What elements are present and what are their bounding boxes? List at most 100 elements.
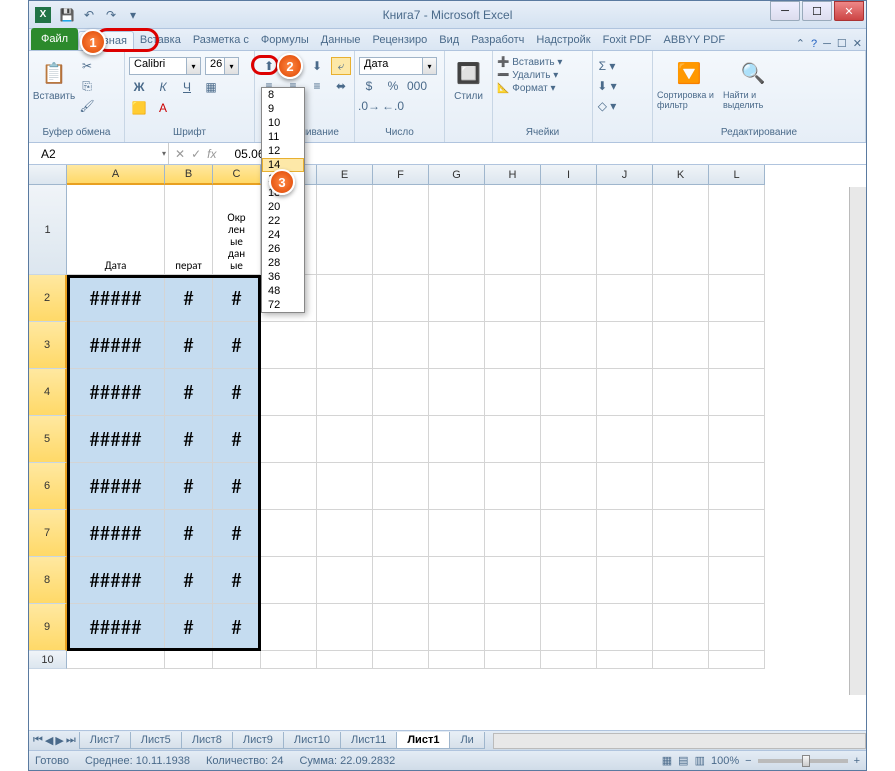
sheet-tab-Ли[interactable]: Ли: [449, 732, 484, 749]
cell-J5[interactable]: [597, 416, 653, 463]
qat-more[interactable]: ▾: [123, 5, 143, 25]
cell-J1[interactable]: [597, 185, 653, 275]
format-cells[interactable]: 📐 Формат ▾: [497, 83, 556, 94]
font-size-dropdown[interactable]: 891011121416182022242628364872: [261, 87, 305, 313]
sort-filter-button[interactable]: 🔽Сортировка и фильтр: [657, 53, 721, 111]
cell-J8[interactable]: [597, 557, 653, 604]
percent[interactable]: %: [383, 77, 403, 95]
size-option-28[interactable]: 28: [262, 256, 304, 270]
cell-C4[interactable]: #: [213, 369, 261, 416]
cell-L2[interactable]: [709, 275, 765, 322]
cell-J10[interactable]: [597, 651, 653, 669]
cell-B6[interactable]: #: [165, 463, 213, 510]
cell-C10[interactable]: [213, 651, 261, 669]
cell-H10[interactable]: [485, 651, 541, 669]
size-option-20[interactable]: 20: [262, 200, 304, 214]
col-header-A[interactable]: A: [67, 165, 165, 185]
cell-E2[interactable]: [317, 275, 373, 322]
row-header-9[interactable]: 9: [29, 604, 67, 651]
cell-K9[interactable]: [653, 604, 709, 651]
cell-A4[interactable]: #####: [67, 369, 165, 416]
font-name-select[interactable]: Calibri▾: [129, 57, 201, 75]
cell-H7[interactable]: [485, 510, 541, 557]
col-header-F[interactable]: F: [373, 165, 429, 185]
cell-C9[interactable]: #: [213, 604, 261, 651]
doc-close[interactable]: ✕: [853, 37, 862, 50]
cell-C2[interactable]: #: [213, 275, 261, 322]
inc-decimal[interactable]: .0→: [359, 97, 379, 115]
cell-D8[interactable]: [261, 557, 317, 604]
cell-C7[interactable]: #: [213, 510, 261, 557]
cell-E4[interactable]: [317, 369, 373, 416]
cell-L8[interactable]: [709, 557, 765, 604]
font-size-select[interactable]: 26▾: [205, 57, 239, 75]
align-right[interactable]: ≡: [307, 77, 327, 95]
cell-L10[interactable]: [709, 651, 765, 669]
cell-L7[interactable]: [709, 510, 765, 557]
underline-button[interactable]: Ч: [177, 78, 197, 96]
cell-A3[interactable]: #####: [67, 322, 165, 369]
cell-F9[interactable]: [373, 604, 429, 651]
cell-B5[interactable]: #: [165, 416, 213, 463]
zoom-slider[interactable]: [758, 759, 848, 763]
name-box[interactable]: A2▾: [29, 143, 169, 164]
doc-restore[interactable]: ☐: [837, 37, 847, 50]
size-option-12[interactable]: 12: [262, 144, 304, 158]
size-option-8[interactable]: 8: [262, 88, 304, 102]
cell-G4[interactable]: [429, 369, 485, 416]
cell-I4[interactable]: [541, 369, 597, 416]
border-button[interactable]: ▦: [201, 78, 221, 96]
cell-H8[interactable]: [485, 557, 541, 604]
cell-E8[interactable]: [317, 557, 373, 604]
spreadsheet-grid[interactable]: ABCDEFGHIJKL 12345678910 ДатаператОкр ле…: [29, 165, 866, 695]
cell-F1[interactable]: [373, 185, 429, 275]
autosum[interactable]: Σ ▾: [597, 57, 617, 75]
cell-J3[interactable]: [597, 322, 653, 369]
minimize-button[interactable]: ─: [770, 1, 800, 21]
row-header-7[interactable]: 7: [29, 510, 67, 557]
cell-F6[interactable]: [373, 463, 429, 510]
cut-button[interactable]: ✂: [77, 57, 97, 75]
cell-K10[interactable]: [653, 651, 709, 669]
styles-button[interactable]: 🔲Стили: [449, 53, 488, 102]
fx-cancel[interactable]: ✕: [175, 147, 185, 161]
sheet-nav-prev[interactable]: ◀: [45, 734, 53, 747]
cell-E3[interactable]: [317, 322, 373, 369]
cell-G6[interactable]: [429, 463, 485, 510]
cell-L6[interactable]: [709, 463, 765, 510]
ribbon-tab-6[interactable]: Вид: [433, 31, 465, 50]
file-tab[interactable]: Файл: [31, 28, 78, 50]
ribbon-minimize-icon[interactable]: ⌃: [796, 37, 805, 50]
fx-confirm[interactable]: ✓: [191, 147, 201, 161]
view-pagebreak[interactable]: ▥: [695, 754, 705, 767]
cell-B8[interactable]: #: [165, 557, 213, 604]
row-header-8[interactable]: 8: [29, 557, 67, 604]
row-header-5[interactable]: 5: [29, 416, 67, 463]
cell-H3[interactable]: [485, 322, 541, 369]
format-painter-button[interactable]: 🖌: [77, 97, 97, 115]
sheet-tab-Лист11[interactable]: Лист11: [340, 732, 397, 749]
sheet-tab-Лист8[interactable]: Лист8: [181, 732, 233, 749]
cell-A10[interactable]: [67, 651, 165, 669]
cell-B1[interactable]: перат: [165, 185, 213, 275]
row-header-6[interactable]: 6: [29, 463, 67, 510]
fill[interactable]: ⬇ ▾: [597, 77, 617, 95]
cell-C6[interactable]: #: [213, 463, 261, 510]
cell-D3[interactable]: [261, 322, 317, 369]
size-option-26[interactable]: 26: [262, 242, 304, 256]
cell-H6[interactable]: [485, 463, 541, 510]
cell-I6[interactable]: [541, 463, 597, 510]
cell-K7[interactable]: [653, 510, 709, 557]
cell-B10[interactable]: [165, 651, 213, 669]
cell-F2[interactable]: [373, 275, 429, 322]
cell-F10[interactable]: [373, 651, 429, 669]
help-icon[interactable]: ?: [811, 38, 817, 50]
col-header-H[interactable]: H: [485, 165, 541, 185]
currency[interactable]: $: [359, 77, 379, 95]
col-header-J[interactable]: J: [597, 165, 653, 185]
cell-K1[interactable]: [653, 185, 709, 275]
cell-G10[interactable]: [429, 651, 485, 669]
cell-D4[interactable]: [261, 369, 317, 416]
cell-G1[interactable]: [429, 185, 485, 275]
view-normal[interactable]: ▦: [662, 754, 672, 767]
